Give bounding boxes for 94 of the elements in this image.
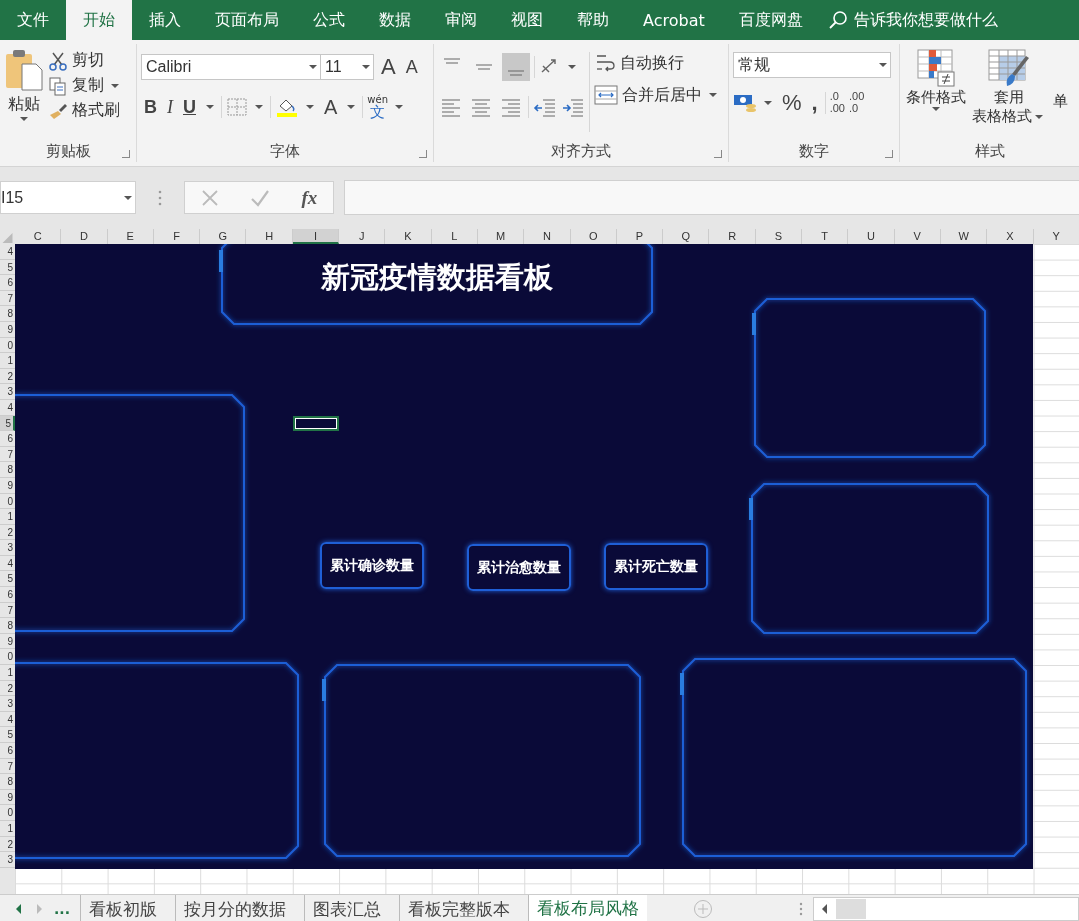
caret-icon [20,117,28,121]
caret-icon [362,65,370,69]
copy-button[interactable]: 复制 [48,75,122,96]
ribbon-tab[interactable]: 公式 [296,0,362,40]
ribbon-tab[interactable]: 插入 [132,0,198,40]
caret-icon [306,105,314,109]
ribbon-tab[interactable]: 帮助 [560,0,626,40]
scrollbar-thumb[interactable] [835,899,866,919]
ribbon-tab[interactable]: Acrobat [626,0,722,40]
name-box[interactable]: I15 [0,181,136,214]
format-as-table-button[interactable]: 套用 表格格式 [970,44,1048,140]
sheet-tab[interactable]: 看板初版 [79,895,165,921]
comma-button[interactable]: , [808,90,821,116]
ribbon-tab[interactable]: 视图 [494,0,560,40]
cancel-icon[interactable] [200,188,219,207]
caret-icon [206,105,214,109]
caret-icon [395,105,403,109]
borders-icon[interactable] [226,97,248,117]
bold-button[interactable]: B [141,96,160,118]
font-color-button[interactable]: A [321,95,341,119]
sheet-tab[interactable]: 按月分的数据 [174,895,294,921]
group-label: 对齐方式 [551,141,611,161]
dialog-launcher-icon[interactable] [419,150,427,158]
metric-label-box: 累计确诊数量 [320,542,424,589]
ribbon-tab[interactable]: 文件 [0,0,66,40]
metric-label-box: 累计治愈数量 [467,544,571,591]
caret-icon [347,105,356,109]
decrease-decimal-button[interactable]: .00 .0 [849,91,865,115]
scroll-right-icon[interactable] [34,903,44,915]
merge-cells-icon [594,84,618,106]
sheet-tab[interactable]: 看板布局风格 [527,895,647,921]
caret-icon [111,83,119,88]
font-size-field[interactable]: 11 [320,54,374,80]
table-brush-icon [987,48,1031,88]
more-sheets-button[interactable]: ... [54,901,70,917]
group-label: 数字 [799,141,829,161]
column-header[interactable]: I [292,229,340,244]
cell-styles-button[interactable]: 单 [1050,44,1070,140]
caret-icon [879,63,887,67]
grow-font-button[interactable]: A [378,54,399,80]
insert-function-button[interactable]: fx [301,186,318,209]
group-label: 剪贴板 [45,141,91,161]
horizontal-scrollbar[interactable] [812,897,1079,921]
dialog-launcher-icon[interactable] [885,150,893,158]
paste-button[interactable]: 粘贴 [4,44,44,140]
percent-button[interactable]: % [779,90,805,116]
number-format-field[interactable]: 常规 [733,52,891,78]
add-sheet-icon[interactable] [692,899,713,919]
dashboard-title: 新冠疫情数据看板 [320,259,554,296]
ribbon-tab[interactable]: 百度网盘 [721,0,820,40]
sheet-tab[interactable]: 图表汇总 [303,895,389,921]
shrink-font-button[interactable]: A [402,56,421,78]
tell-me-search[interactable]: 告诉我你想要做什么 [827,0,998,40]
caret-icon [255,105,263,109]
caret-icon [709,93,717,97]
caret-icon [124,195,132,200]
cut-button[interactable]: 剪切 [48,50,122,71]
dialog-launcher-icon[interactable] [714,150,722,158]
font-name-field[interactable]: Calibri [141,54,321,80]
caret-icon [764,101,772,105]
ribbon-tab[interactable]: 数据 [362,0,428,40]
conditional-format-button[interactable]: 条件格式 [904,44,968,140]
caret-icon [1035,114,1043,119]
scissors-icon [48,50,68,71]
ribbon-tab[interactable]: 开始 [66,0,132,40]
caret-icon [932,107,940,111]
italic-button[interactable]: I [164,96,176,118]
check-icon[interactable] [250,188,271,207]
clipboard-icon [4,48,44,92]
format-painter-button[interactable]: 格式刷 [48,100,122,121]
ribbon-tab[interactable]: 审阅 [428,0,494,40]
copy-icon [48,75,68,96]
merge-center-button[interactable]: 合并后居中 [594,84,720,106]
sheet-tab[interactable]: 看板完整版本 [398,895,518,921]
search-icon [827,10,848,30]
vertical-align-icon[interactable] [502,53,530,81]
group-label: 样式 [974,141,1005,161]
conditional-format-icon [916,48,956,88]
dialog-launcher-icon[interactable] [122,150,130,158]
selected-cell[interactable] [292,415,340,432]
phonetic-button[interactable]: wén 文 [367,94,388,120]
increase-decimal-button[interactable]: .0 .00 [829,91,845,115]
wrap-text-icon [594,52,616,74]
group-label: 字体 [270,141,300,161]
currency-icon[interactable] [733,92,757,114]
tell-me-text: 告诉我你想要做什么 [853,9,998,31]
ribbon-tab[interactable]: 页面布局 [198,0,296,40]
underline-button[interactable]: U [180,96,199,118]
grip-icon[interactable] [798,901,803,917]
metric-label-box: 累计死亡数量 [604,543,708,590]
scroll-left-icon[interactable] [14,903,24,915]
formula-input[interactable] [344,180,1079,215]
caret-icon [568,65,576,69]
wrap-text-button[interactable]: 自动换行 [594,52,720,74]
